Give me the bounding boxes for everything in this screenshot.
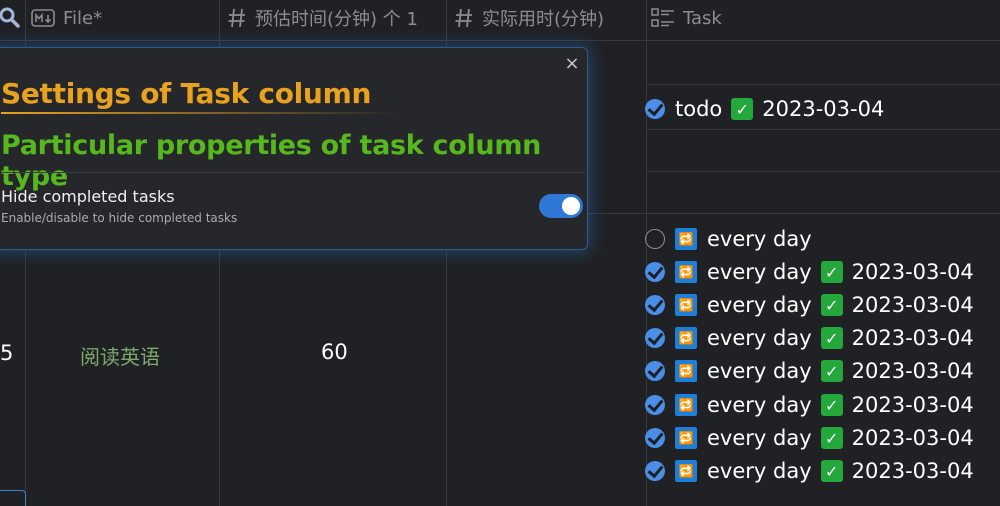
column-header-label: 实际用时(分钟) [482,9,605,30]
close-icon[interactable]: × [563,53,581,74]
column-header-file[interactable]: File* [31,0,102,36]
column-header-task[interactable]: Task [651,0,722,36]
column-header-label: Task [683,7,722,29]
row-divider [0,40,1000,41]
task-checkbox[interactable] [645,395,665,415]
task-checkbox[interactable] [645,295,665,315]
task-checkbox[interactable] [645,428,665,448]
task-completion-date: 2023-03-04 [851,326,974,350]
setting-label: Hide completed tasks [1,187,175,206]
task-checkbox[interactable] [645,262,665,282]
task-item[interactable]: 🔁 every day ✓ 2023-03-04 [645,391,974,419]
estimate-value[interactable]: 60 [321,340,348,364]
repeat-icon: 🔁 [675,394,697,416]
file-link[interactable]: 阅读英语 [80,341,160,370]
task-text: every day [707,326,812,350]
task-text: todo [675,97,723,121]
task-text: every day [707,459,812,483]
row-divider [646,84,1000,85]
repeat-icon: 🔁 [675,294,697,316]
completion-check-icon: ✓ [731,98,754,120]
task-checkbox[interactable] [645,461,665,481]
task-completion-date: 2023-03-04 [851,426,974,450]
completion-check-icon: ✓ [820,261,843,283]
repeat-icon: 🔁 [675,360,697,382]
row-index: 5 [0,341,14,365]
popup-title: Settings of Task column [1,77,372,110]
task-completion-date: 2023-03-04 [851,260,974,284]
task-text: every day [707,293,812,317]
completion-check-icon: ✓ [820,327,843,349]
task-completion-date: 2023-03-04 [851,459,974,483]
task-completion-date: 2023-03-04 [851,393,974,417]
task-item[interactable]: todo ✓ 2023-03-04 [645,95,885,123]
task-completion-date: 2023-03-04 [851,293,974,317]
task-item[interactable]: 🔁 every day ✓ 2023-03-04 [645,324,974,352]
popup-subtitle: Particular properties of task column typ… [1,130,542,192]
task-text: every day [707,359,812,383]
repeat-icon: 🔁 [675,261,697,283]
title-underline [1,112,401,114]
repeat-icon: 🔁 [675,427,697,449]
number-type-icon [227,7,247,29]
column-header-actual[interactable]: 实际用时(分钟) [454,0,604,36]
task-item[interactable]: 🔁 every day ✓ 2023-03-04 [645,258,974,286]
row-divider [646,171,1000,172]
completion-check-icon: ✓ [820,394,843,416]
completion-check-icon: ✓ [820,294,843,316]
repeat-icon: 🔁 [675,327,697,349]
completion-check-icon: ✓ [820,460,843,482]
toggle-knob [562,197,580,215]
completion-check-icon: ✓ [820,360,843,382]
repeat-icon: 🔁 [675,228,697,250]
task-text: every day [707,426,812,450]
task-completion-date: 2023-03-04 [762,97,885,121]
task-text: every day [707,260,812,284]
task-completion-date: 2023-03-04 [851,359,974,383]
task-item[interactable]: 🔁 every day ✓ 2023-03-04 [645,457,974,485]
column-header-label: File* [63,7,103,29]
task-checkbox[interactable] [645,361,665,381]
row-divider [646,129,1000,130]
task-checkbox[interactable] [645,229,665,249]
hide-completed-toggle[interactable] [539,194,583,218]
repeat-icon: 🔁 [675,460,697,482]
settings-popup: × Settings of Task column Particular pro… [0,47,588,250]
number-type-icon [454,7,474,29]
completion-check-icon: ✓ [820,427,843,449]
divider [1,172,585,173]
task-item[interactable]: 🔁 every day ✓ 2023-03-04 [645,357,974,385]
task-text: every day [707,227,812,251]
markdown-icon [31,8,55,28]
setting-description: Enable/disable to hide completed tasks [1,211,238,225]
task-item[interactable]: 🔁 every day ✓ 2023-03-04 [645,424,974,452]
column-header-label: 预估时间(分钟) 个 1 [255,9,418,30]
task-item[interactable]: 🔁 every day [645,225,812,253]
column-header-estimate[interactable]: 预估时间(分钟) 个 1 [227,0,418,36]
bottom-tab-handle[interactable] [0,490,26,506]
task-item[interactable]: 🔁 every day ✓ 2023-03-04 [645,291,974,319]
task-list-icon [651,7,675,29]
task-checkbox[interactable] [645,328,665,348]
task-text: every day [707,393,812,417]
task-checkbox[interactable] [645,99,665,119]
search-icon[interactable] [0,0,22,36]
